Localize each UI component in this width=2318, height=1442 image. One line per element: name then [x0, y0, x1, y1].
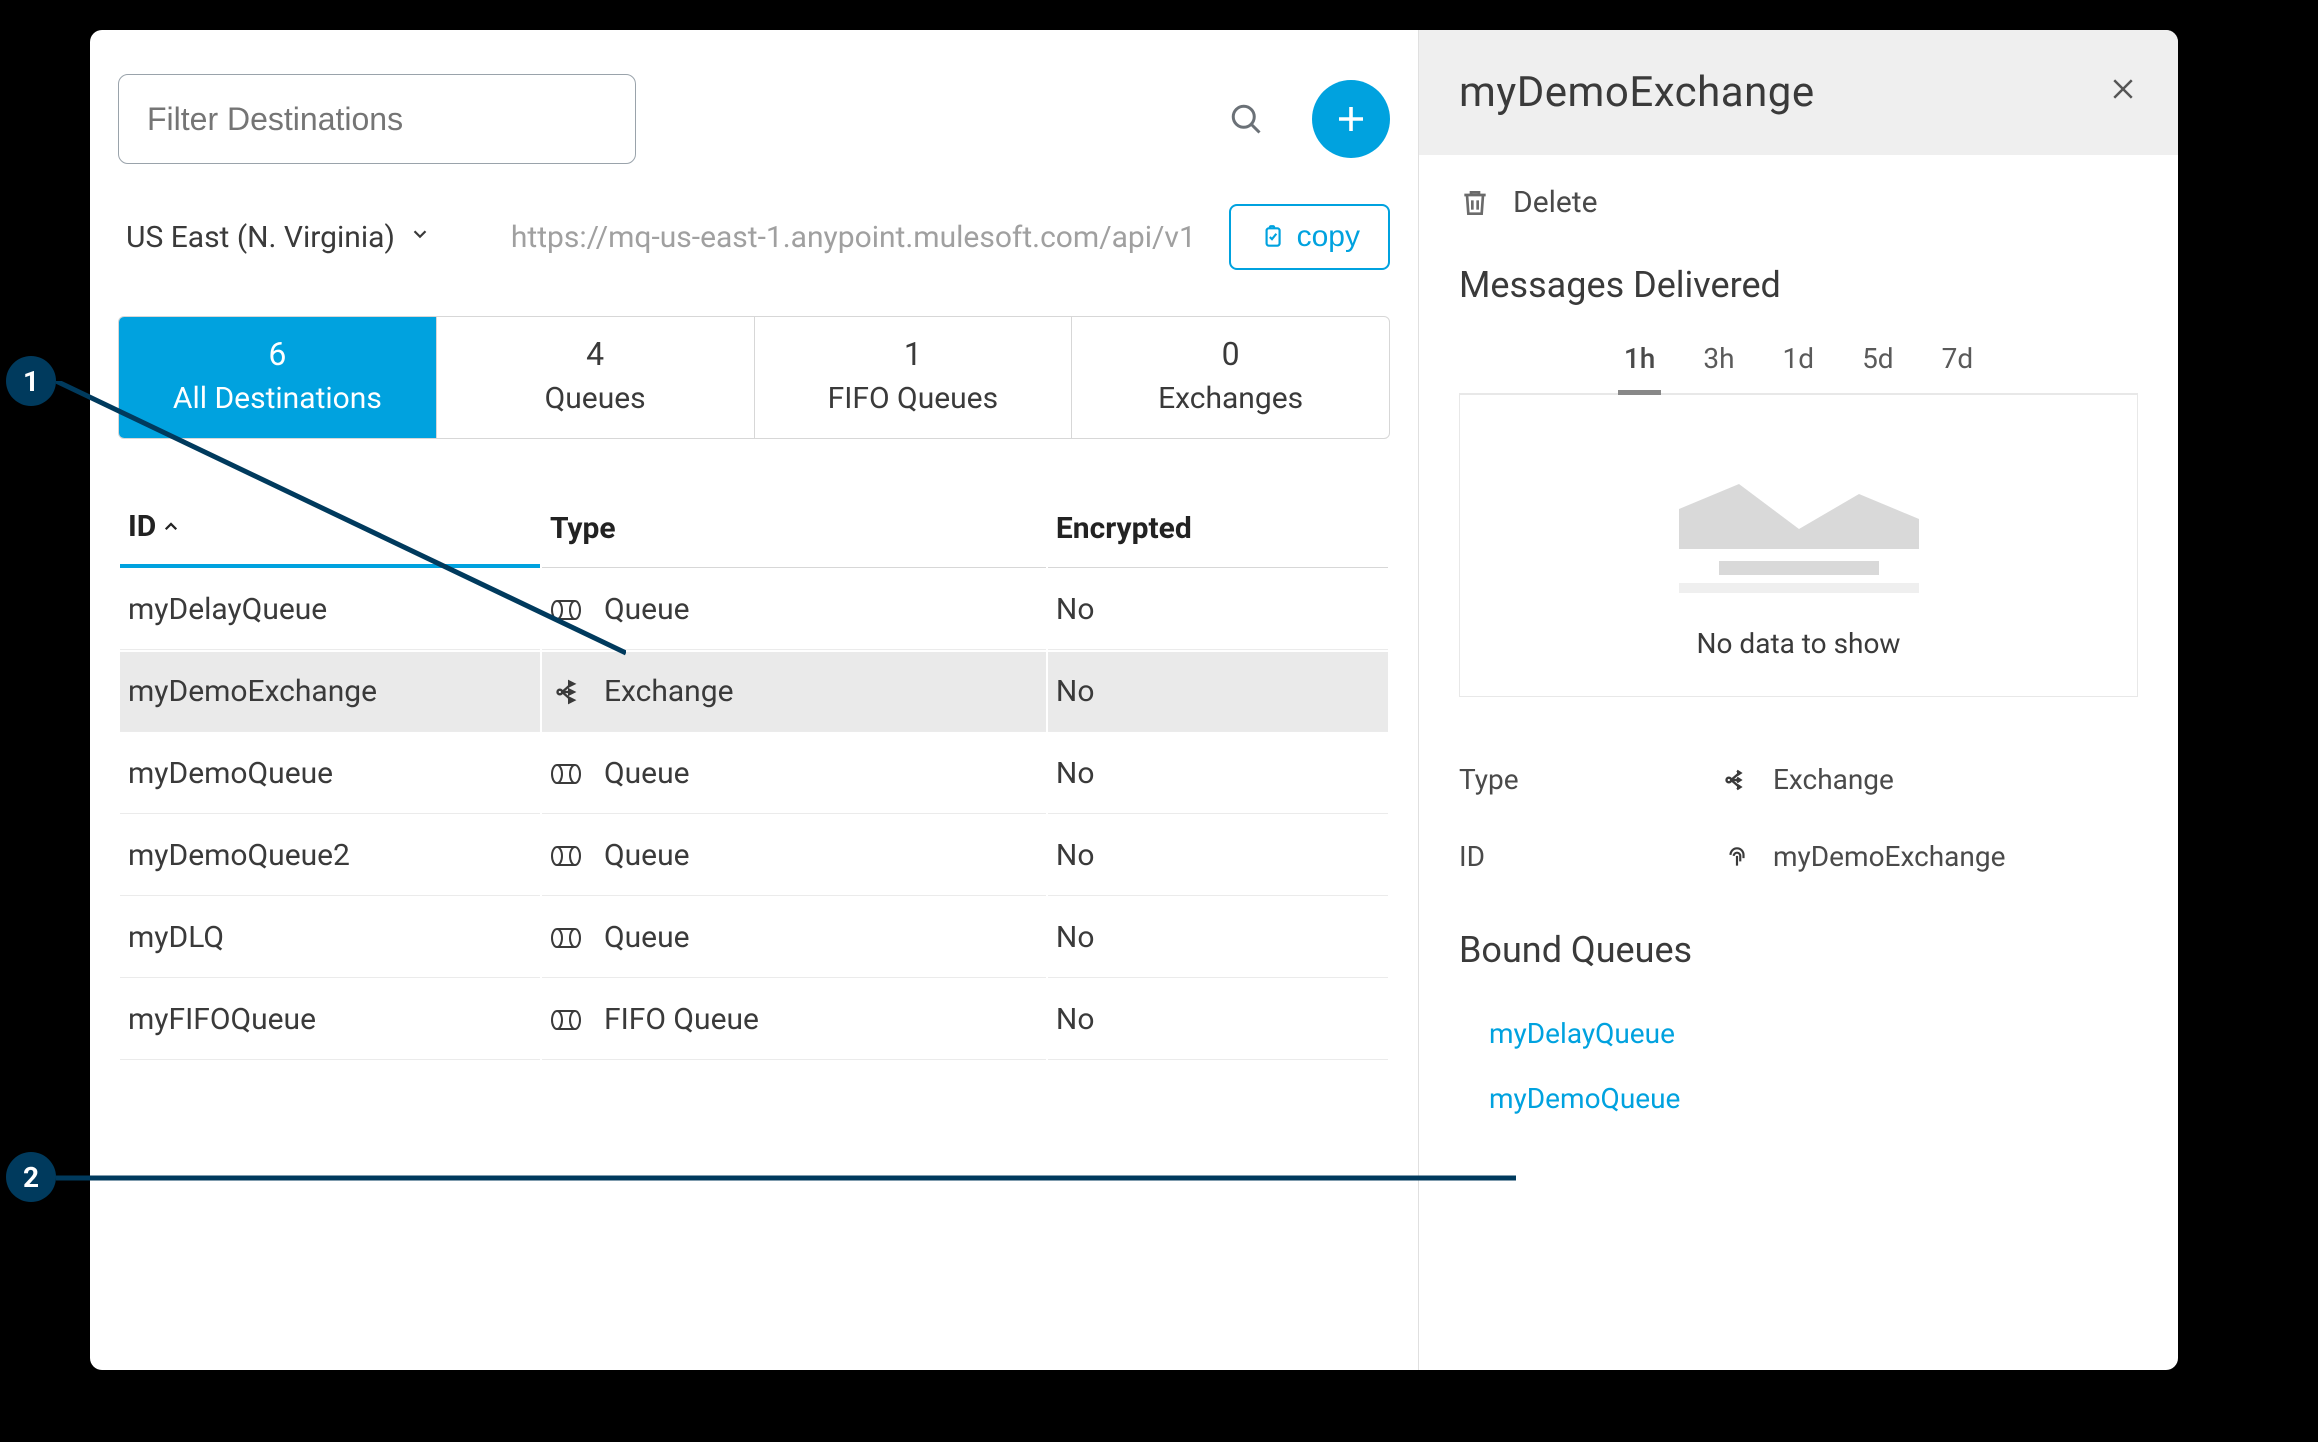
col-encrypted[interactable]: Encrypted — [1048, 491, 1388, 568]
callout-badge-2: 2 — [6, 1152, 56, 1202]
tab-fifo-queues[interactable]: 1 FIFO Queues — [755, 317, 1073, 438]
add-destination-button[interactable] — [1312, 80, 1390, 158]
bound-queues-heading: Bound Queues — [1459, 929, 2138, 971]
detail-body: Delete Messages Delivered 1h 3h 1d 5d 7d No … — [1419, 155, 2178, 1370]
destinations-panel: US East (N. Virginia) https://mq-us-east… — [90, 30, 1418, 1370]
tab-count: 0 — [1082, 335, 1379, 373]
time-tab-1d[interactable]: 1d — [1779, 332, 1819, 393]
callout-line-1 — [56, 381, 626, 657]
trash-icon — [1459, 187, 1491, 219]
tab-count: 6 — [129, 335, 426, 373]
search-input-wrap — [118, 74, 1288, 164]
time-tab-7d[interactable]: 7d — [1938, 332, 1978, 393]
table-row[interactable]: myDemoExchangeExchangeNo — [120, 652, 1388, 732]
callout-badge-1: 1 — [6, 356, 56, 406]
tab-count: 4 — [447, 335, 744, 373]
region-select[interactable]: US East (N. Virginia) — [126, 220, 431, 255]
queue-icon — [550, 927, 586, 949]
detail-panel: myDemoExchange Delete Messages D — [1418, 30, 2178, 1370]
bound-queue-link[interactable]: myDemoQueue — [1459, 1066, 2138, 1131]
prop-id-label: ID — [1459, 840, 1719, 873]
detail-header: myDemoExchange — [1419, 30, 2178, 155]
exchange-icon — [550, 678, 586, 706]
search-row — [118, 74, 1390, 164]
cell-id: myFIFOQueue — [120, 980, 540, 1060]
cell-encrypted: No — [1048, 652, 1388, 732]
bound-queue-link[interactable]: myDelayQueue — [1459, 1001, 2138, 1066]
delete-button[interactable]: Delete — [1459, 185, 2138, 220]
search-icon — [1228, 101, 1264, 137]
copy-button-label: copy — [1297, 220, 1360, 254]
cell-encrypted: No — [1048, 816, 1388, 896]
exchange-icon — [1719, 766, 1755, 794]
close-detail-button[interactable] — [2108, 73, 2138, 113]
api-url-text: https://mq-us-east-1.anypoint.mulesoft.c… — [511, 220, 1209, 255]
tab-label: FIFO Queues — [765, 381, 1062, 416]
cell-encrypted: No — [1048, 734, 1388, 814]
clipboard-icon — [1259, 224, 1285, 250]
tab-label: Exchanges — [1082, 381, 1379, 416]
prop-type-row: Type Exchange — [1459, 741, 2138, 818]
cell-encrypted: No — [1048, 980, 1388, 1060]
prop-type-label: Type — [1459, 763, 1719, 796]
time-tab-1h[interactable]: 1h — [1620, 332, 1659, 393]
plus-icon — [1333, 101, 1369, 137]
cell-id: myDemoExchange — [120, 652, 540, 732]
region-row: US East (N. Virginia) https://mq-us-east… — [126, 204, 1390, 270]
cell-type: Exchange — [542, 652, 1046, 732]
chevron-down-icon — [409, 223, 431, 251]
prop-id-value: myDemoExchange — [1773, 840, 2005, 873]
cell-type: Queue — [542, 816, 1046, 896]
prop-type-value: Exchange — [1773, 763, 1894, 796]
delete-label: Delete — [1513, 185, 1598, 220]
cell-type: FIFO Queue — [542, 980, 1046, 1060]
queue-icon — [550, 1009, 586, 1031]
close-icon — [2108, 74, 2138, 104]
app-frame: US East (N. Virginia) https://mq-us-east… — [90, 30, 2178, 1370]
cell-id: myDemoQueue2 — [120, 816, 540, 896]
callout-line-2 — [56, 1175, 1516, 1181]
cell-type: Queue — [542, 734, 1046, 814]
tab-count: 1 — [765, 335, 1062, 373]
cell-id: myDLQ — [120, 898, 540, 978]
table-row[interactable]: myDemoQueue2QueueNo — [120, 816, 1388, 896]
region-selected-label: US East (N. Virginia) — [126, 220, 395, 255]
queue-icon — [550, 845, 586, 867]
cell-type: Queue — [542, 898, 1046, 978]
cell-encrypted: No — [1048, 898, 1388, 978]
bound-queues-list: myDelayQueuemyDemoQueue — [1459, 1001, 2138, 1131]
cell-id: myDemoQueue — [120, 734, 540, 814]
queue-icon — [550, 763, 586, 785]
tab-exchanges[interactable]: 0 Exchanges — [1072, 317, 1389, 438]
detail-title: myDemoExchange — [1459, 68, 1815, 117]
time-tab-5d[interactable]: 5d — [1858, 332, 1898, 393]
time-tab-3h[interactable]: 3h — [1699, 332, 1738, 393]
no-data-text: No data to show — [1490, 627, 2107, 660]
table-row[interactable]: myDLQQueueNo — [120, 898, 1388, 978]
time-range-tabs: 1h 3h 1d 5d 7d — [1459, 332, 2138, 395]
copy-url-button[interactable]: copy — [1229, 204, 1390, 270]
fingerprint-icon — [1719, 844, 1755, 870]
table-row[interactable]: myFIFOQueueFIFO QueueNo — [120, 980, 1388, 1060]
messages-chart-card: No data to show — [1459, 395, 2138, 697]
messages-delivered-heading: Messages Delivered — [1459, 264, 2138, 306]
chart-placeholder — [1679, 439, 1919, 593]
cell-encrypted: No — [1048, 570, 1388, 650]
prop-id-row: ID myDemoExchange — [1459, 818, 2138, 895]
table-row[interactable]: myDemoQueueQueueNo — [120, 734, 1388, 814]
filter-destinations-input[interactable] — [118, 74, 636, 164]
